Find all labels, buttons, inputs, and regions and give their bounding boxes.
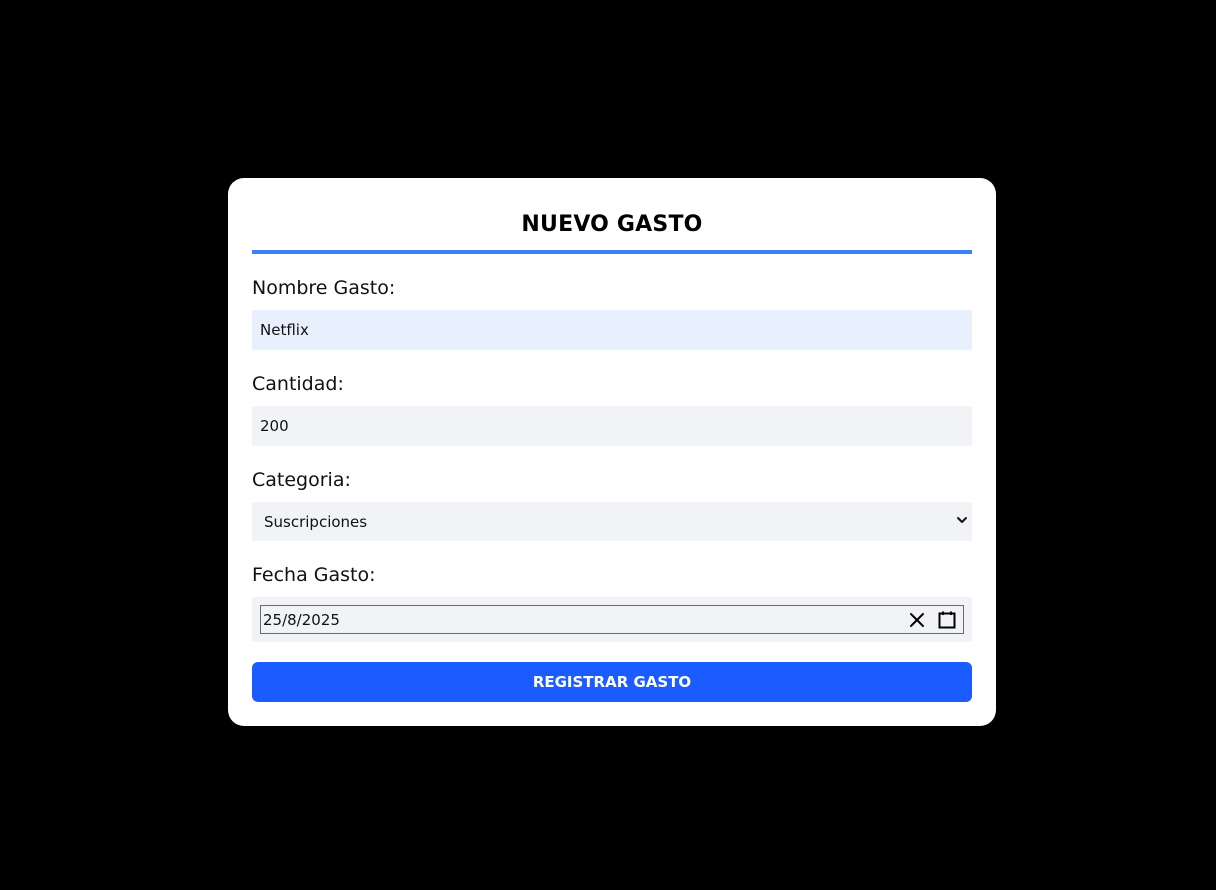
amount-label: Cantidad: — [252, 373, 344, 395]
date-value: 25/8/2025 — [263, 611, 340, 629]
date-field-container: 25/8/2025 — [252, 597, 972, 642]
expense-name-label: Nombre Gasto: — [252, 277, 396, 299]
close-icon[interactable] — [909, 612, 925, 628]
title-underline — [252, 250, 972, 254]
date-label: Fecha Gasto: — [252, 564, 376, 586]
modal-header: NUEVO GASTO — [252, 178, 972, 254]
calendar-icon[interactable] — [937, 610, 957, 630]
category-label: Categoria: — [252, 469, 351, 491]
expense-name-input[interactable] — [252, 310, 972, 350]
amount-input[interactable] — [252, 406, 972, 446]
chevron-down-icon — [957, 517, 967, 523]
modal-title: NUEVO GASTO — [521, 212, 703, 237]
new-expense-modal: NUEVO GASTO Nombre Gasto: Cantidad: Cate… — [228, 178, 996, 726]
register-expense-button[interactable]: REGISTRAR GASTO — [252, 662, 972, 702]
category-select[interactable]: Suscripciones — [252, 502, 972, 541]
category-selected-value: Suscripciones — [264, 513, 368, 531]
date-input[interactable]: 25/8/2025 — [260, 605, 964, 634]
